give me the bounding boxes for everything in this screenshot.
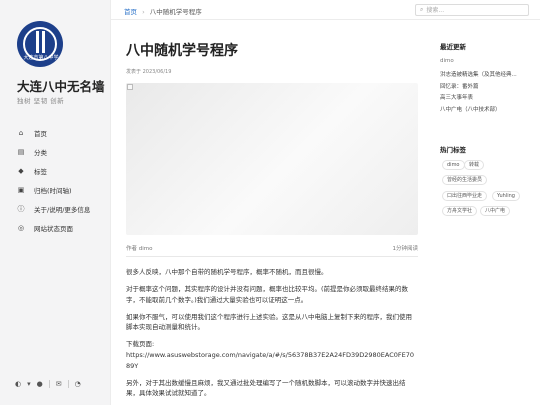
email-icon[interactable]: ✉ — [56, 380, 62, 388]
tag-icon: ◆ — [18, 166, 24, 175]
divider — [48, 380, 50, 388]
nav-item-label: 标签 — [34, 167, 47, 176]
nav-item-home[interactable]: ⌂ 首页 — [15, 123, 90, 142]
post-byline: 作者 dimo 1分钟阅读 — [126, 244, 418, 252]
folder-icon: ▤ — [17, 147, 25, 156]
chevron-down-icon[interactable]: ▾ — [27, 380, 31, 388]
globe-icon: ◎ — [17, 223, 25, 232]
nav-item-categories[interactable]: ▤ 分类 — [15, 142, 90, 161]
recent-item[interactable]: 高三大事年表 — [440, 93, 530, 105]
recent-updates-heading: 最近更新 — [440, 43, 466, 51]
nav-item-about[interactable]: ⓘ 关于/说明/更多信息 — [15, 199, 91, 218]
nav-item-label: 关于/说明/更多信息 — [34, 205, 91, 214]
archive-icon: ▣ — [17, 185, 25, 194]
logo-text: 大连市第八中学 — [23, 55, 59, 61]
paragraph: 如果你不服气，可以使用我们这个程序进行上述实验。这是从八中电脑上复制下来的程序，… — [126, 312, 412, 332]
nav-item-label: 归档(时间轴) — [34, 186, 72, 195]
broken-image-icon — [127, 84, 133, 90]
rss-icon[interactable]: ◔ — [75, 380, 81, 388]
nav-item-archive[interactable]: ▣ 归档(时间轴) — [15, 180, 90, 199]
search-icon: ⌕ — [420, 6, 424, 13]
breadcrumb: 首页 › 八中随机学号程序 — [124, 6, 202, 16]
tag-pill[interactable]: 转载 — [464, 160, 485, 170]
left-sidebar: 大连市第八中学 大连八中无名墙 独树 坚韧 创新 ⌂ 首页 ▤ 分类 ◆ 标签 … — [0, 0, 111, 405]
download-link[interactable]: https://www.asuswebstorage.com/navigate/… — [126, 351, 414, 370]
tag-pill[interactable]: Yuhling — [492, 191, 520, 201]
sidebar-footer: ◐ ▾ ● ✉ ◔ — [15, 380, 81, 388]
read-time: 1分钟阅读 — [392, 246, 419, 252]
tag-pill[interactable]: 曾经的生活委员 — [442, 175, 488, 185]
search-box[interactable]: ⌕ — [415, 4, 529, 16]
tag-pill[interactable]: 方舟文学社 — [442, 206, 478, 216]
right-sidebar: 最近更新 dimo 洪志造被精选集（及其他经典... 回忆录：番外篇 高三大事年… — [440, 20, 540, 405]
recent-item[interactable]: 洪志造被精选集（及其他经典... — [440, 70, 530, 82]
post-date: 发表于 2023/06/19 — [126, 69, 172, 75]
popular-tags-heading: 热门标签 — [440, 146, 466, 154]
cover-image — [126, 83, 418, 235]
search-input[interactable] — [426, 5, 517, 15]
breadcrumb-separator: › — [142, 8, 145, 16]
nav-item-label: 首页 — [34, 129, 47, 138]
paragraph: 另外，对于其出数缓慢且麻烦，我又通过批处理编写了一个随机数脚本，可以滚动数字并快… — [126, 378, 406, 398]
paragraph: 对于概率这个问题，其实程序的设计并没有问题，概率也比较平均。(前提是你必须取最终… — [126, 285, 409, 304]
recent-item[interactable]: 回忆录：番外篇 — [440, 82, 530, 94]
main-nav: ⌂ 首页 ▤ 分类 ◆ 标签 ▣ 归档(时间轴) ⓘ 关于/说明/更多信息 ◎ … — [15, 123, 91, 237]
nav-item-label: 分类 — [34, 148, 47, 157]
logo-bar — [42, 31, 45, 53]
nav-item-label: 网站状态页面 — [34, 224, 73, 233]
logo-bar — [36, 31, 39, 53]
recent-item[interactable]: 八中广电（八中技术部） — [440, 105, 530, 117]
breadcrumb-home-link[interactable]: 首页 — [124, 8, 137, 16]
post-title: 八中随机学号程序 — [126, 43, 238, 59]
nav-item-tags[interactable]: ◆ 标签 — [15, 161, 90, 180]
github-icon[interactable]: ● — [37, 380, 43, 388]
recent-updates-list: dimo 洪志造被精选集（及其他经典... 回忆录：番外篇 高三大事年表 八中广… — [440, 58, 530, 117]
paragraph: 很多人反映，八中那个自带的随机学号程序，概率不随机，而且很慢。 — [126, 268, 328, 276]
site-logo-avatar[interactable]: 大连市第八中学 — [17, 21, 63, 67]
recent-item[interactable]: dimo — [440, 58, 530, 70]
info-icon: ⓘ — [17, 204, 25, 213]
site-subtitle: 独树 坚韧 创新 — [17, 97, 65, 105]
tag-pill[interactable]: 八中广电 — [480, 206, 511, 216]
site-title[interactable]: 大连八中无名墙 — [17, 76, 105, 95]
article: 八中随机学号程序 发表于 2023/06/19 作者 dimo 1分钟阅读 很多… — [126, 20, 419, 405]
home-icon: ⌂ — [18, 128, 24, 137]
post-author[interactable]: 作者 dimo — [126, 246, 153, 252]
top-bar: 首页 › 八中随机学号程序 ⌕ — [111, 0, 540, 20]
paragraph: 下载页面: https://www.asuswebstorage.com/nav… — [126, 339, 418, 371]
theme-toggle-icon[interactable]: ◐ — [15, 380, 21, 388]
nav-item-status[interactable]: ◎ 网站状态页面 — [15, 218, 90, 237]
tag-pill[interactable]: 口出往西毕业走 — [442, 191, 488, 201]
post-body: 很多人反映，八中那个自带的随机学号程序，概率不随机，而且很慢。 对于概率这个问题… — [126, 267, 418, 405]
divider — [126, 256, 418, 257]
breadcrumb-current: 八中随机学号程序 — [149, 8, 202, 16]
divider — [67, 380, 69, 388]
download-label: 下载页面: — [126, 340, 155, 349]
tag-pill[interactable]: dimo — [442, 160, 465, 170]
